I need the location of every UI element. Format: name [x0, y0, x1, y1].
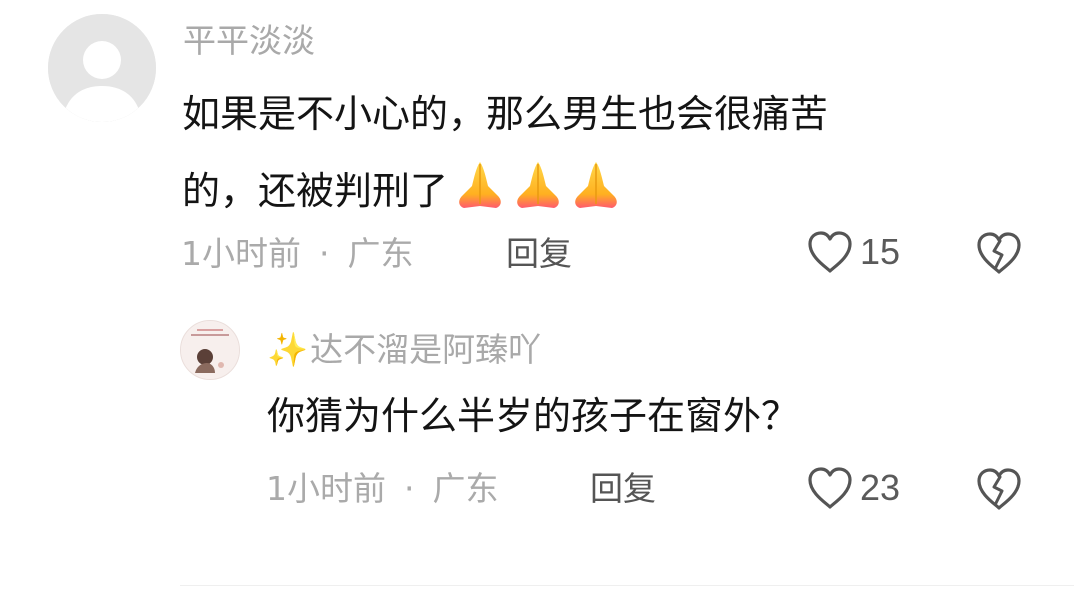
comment-dislike-button[interactable]	[975, 231, 1023, 279]
meta-separator: ·	[319, 234, 330, 273]
user-avatar[interactable]	[48, 14, 156, 122]
comment-reply-button[interactable]: 回复	[506, 237, 572, 270]
reply-username-text: 达不溜是阿臻吖	[310, 330, 542, 369]
broken-heart-icon	[977, 468, 1021, 510]
default-avatar-icon	[48, 14, 156, 122]
comment-meta: 1小时前 · 广东	[181, 237, 414, 270]
heart-icon	[808, 231, 852, 273]
comment-like-button[interactable]: 15	[806, 230, 900, 274]
comment-text-line-2: 的，还被判刑了	[182, 160, 628, 216]
folded-hands-emoji	[450, 160, 628, 216]
comment-time: 1小时前	[181, 234, 301, 273]
user-photo-icon	[181, 321, 239, 379]
reply-meta: 1小时前 · 广东	[266, 472, 499, 505]
reply-location: 广东	[432, 469, 499, 508]
reply-username[interactable]: ✨达不溜是阿臻吖	[267, 333, 541, 366]
reply-reply-button[interactable]: 回复	[590, 472, 656, 505]
comment-like-count: 15	[860, 231, 901, 272]
comment-text-line-1: 如果是不小心的，那么男生也会很痛苦	[182, 92, 829, 136]
reply-like-count: 23	[860, 467, 901, 508]
comment-text-line-2-content: 的，还被判刑了	[182, 169, 449, 213]
comment-username[interactable]: 平平淡淡	[183, 24, 315, 57]
comment-location: 广东	[347, 234, 414, 273]
broken-heart-icon	[977, 232, 1021, 274]
sparkle-icon: ✨	[267, 330, 309, 369]
reply-time: 1小时前	[266, 469, 386, 508]
reply-text: 你猜为什么半岁的孩子在窗外？	[267, 394, 800, 438]
meta-separator: ·	[404, 469, 415, 508]
reply-dislike-button[interactable]	[975, 467, 1023, 515]
heart-icon	[808, 467, 852, 509]
reply-like-button[interactable]: 23	[806, 466, 900, 510]
divider	[180, 585, 1074, 586]
reply-user-avatar[interactable]	[180, 320, 240, 380]
